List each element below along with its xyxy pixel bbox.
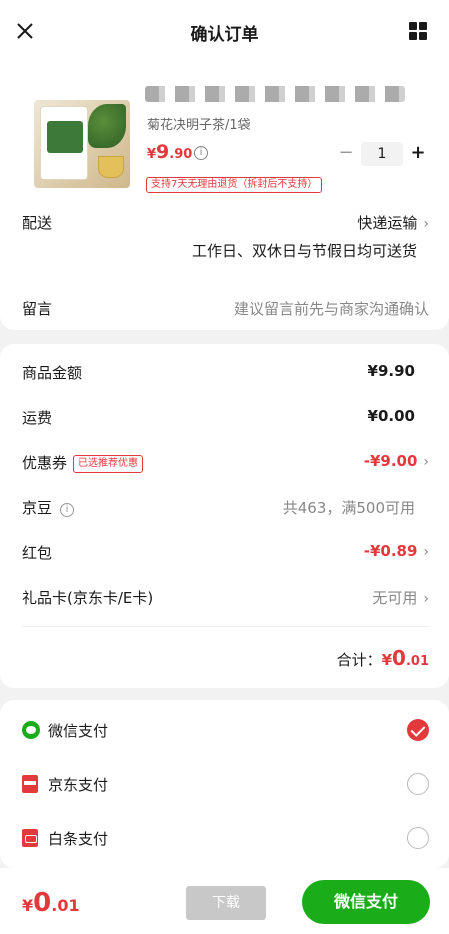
chevron-right-icon: › [423, 454, 429, 470]
delivery-note: 工作日、双休日与节假日均可送货 [191, 242, 417, 260]
radio-unchecked[interactable] [407, 827, 429, 849]
hongbao-value[interactable]: -¥0.89 › [364, 542, 429, 560]
download-button[interactable]: 下载 [186, 886, 266, 920]
chevron-right-icon: › [423, 216, 429, 232]
wechat-pay-button[interactable]: 微信支付 [302, 880, 430, 924]
menu-grid-icon[interactable] [409, 22, 427, 40]
radio-checked[interactable] [407, 719, 429, 741]
increase-button[interactable]: + [409, 142, 427, 166]
bottom-total: ¥0.01 [22, 888, 80, 918]
delivery-label: 配送 [22, 214, 53, 232]
giftcard-label: 礼品卡(京东卡/E卡) [22, 589, 154, 607]
info-icon[interactable]: i [60, 503, 75, 517]
decrease-button[interactable]: − [337, 142, 355, 166]
shipping-value: ¥0.00 [367, 407, 415, 425]
payment-method-card: 微信支付 京东支付 白条支付 [0, 700, 449, 868]
coupon-tag: 已选推荐优惠 [73, 455, 144, 473]
chevron-right-icon: › [423, 591, 429, 607]
bottom-bar: ¥0.01 下载 微信支付 [0, 868, 449, 934]
quantity-input[interactable]: 1 [361, 142, 403, 166]
return-policy-tag: 支持7天无理由退货（拆封后不支持） [146, 177, 323, 193]
coupon-value[interactable]: -¥9.00 › [364, 452, 429, 470]
payment-label: 白条支付 [48, 830, 109, 848]
jingdou-row: 京豆 i [22, 497, 75, 518]
goods-amount-value: ¥9.90 [367, 362, 415, 380]
jd-pay-icon [22, 775, 38, 793]
coupon-row: 优惠券 已选推荐优惠 [22, 452, 144, 473]
chevron-right-icon: › [423, 544, 429, 560]
product-title[interactable] [145, 86, 425, 102]
page-title: 确认订单 [190, 25, 259, 45]
radio-unchecked[interactable] [407, 773, 429, 795]
total-amount: 合计：¥0.01 [336, 646, 429, 670]
product-price: ¥9.90 [147, 141, 193, 163]
giftcard-value[interactable]: 无可用 › [372, 587, 429, 608]
payment-label: 京东支付 [48, 776, 109, 794]
price-summary-card: 商品金额 ¥9.90 运费 ¥0.00 优惠券 已选推荐优惠 -¥9.00 › 京豆… [0, 344, 449, 688]
wechat-pay-icon [22, 721, 40, 739]
price-info-icon[interactable]: i [194, 146, 208, 160]
product-image[interactable] [34, 100, 130, 188]
baitiao-icon [22, 829, 38, 847]
goods-amount-label: 商品金额 [22, 364, 83, 382]
message-input[interactable]: 建议留言前先与商家沟通确认 [234, 298, 429, 319]
hongbao-label: 红包 [22, 544, 53, 562]
shipping-label: 运费 [22, 409, 53, 427]
redacted-text [145, 86, 405, 102]
top-header: 确认订单 [0, 0, 449, 62]
quantity-stepper: − 1 + [337, 142, 427, 166]
product-spec: 菊花决明子茶/1袋 [147, 118, 251, 133]
message-label: 留言 [22, 300, 53, 318]
jingdou-value: 共463，满500可用 [282, 499, 415, 517]
delivery-method[interactable]: 快递运输 › [357, 212, 429, 233]
payment-label: 微信支付 [48, 722, 109, 740]
order-item-card: 菊花决明子茶/1袋 ¥9.90 i − 1 + 支持7天无理由退货（拆封后不支持… [0, 60, 449, 330]
divider [22, 626, 429, 627]
